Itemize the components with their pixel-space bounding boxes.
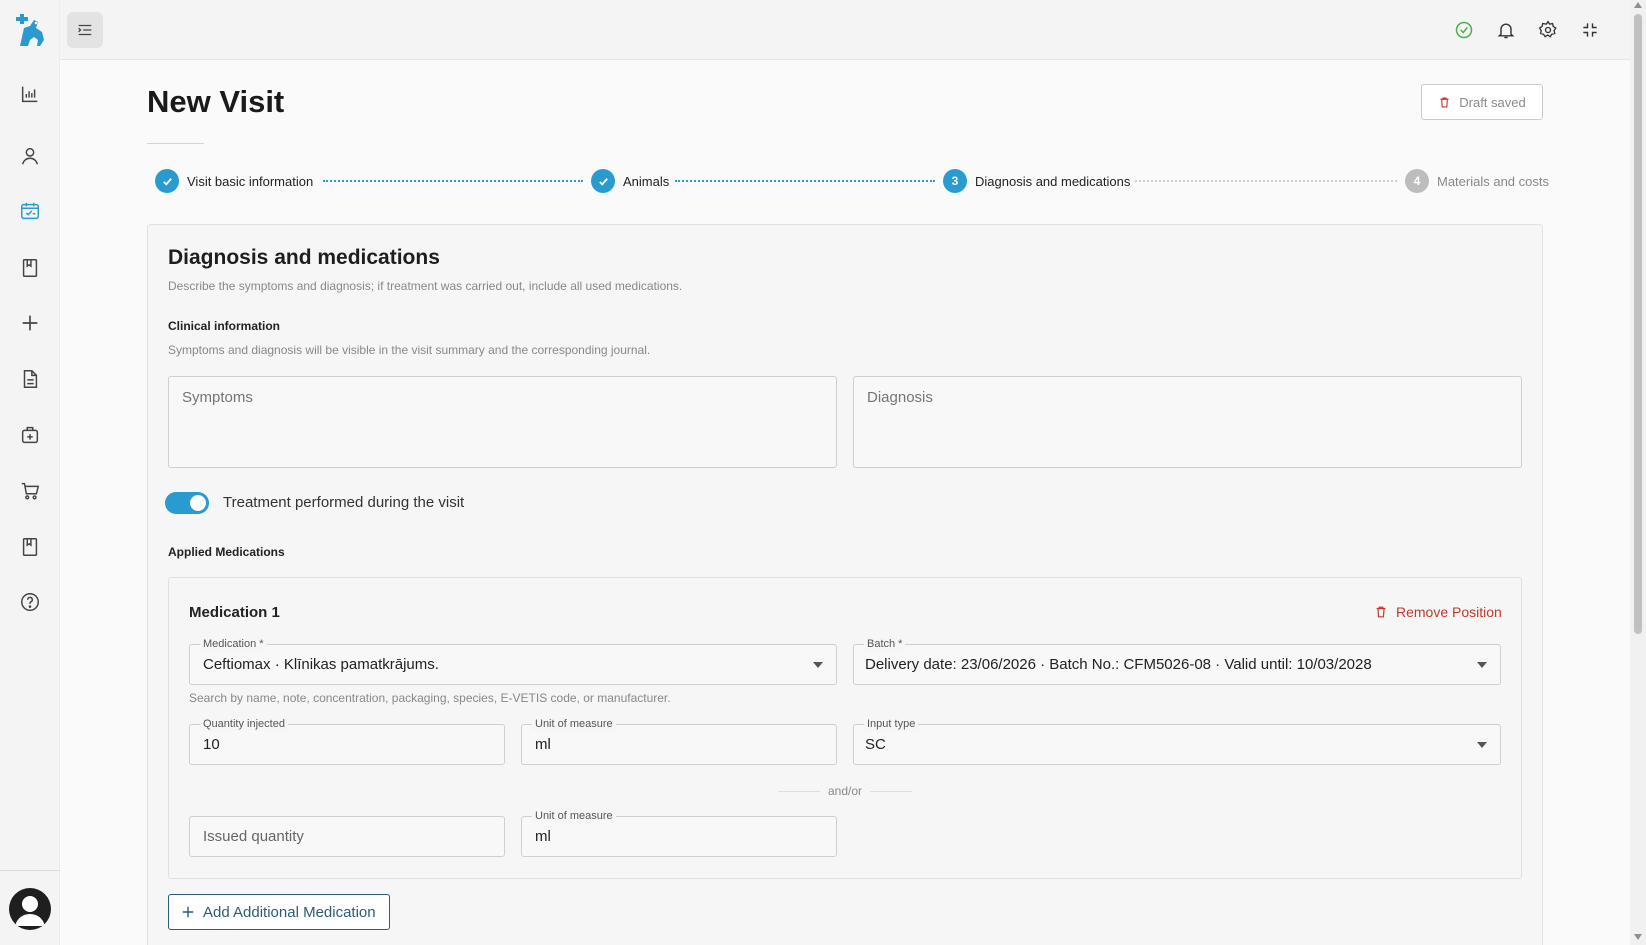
help-icon [19, 591, 41, 613]
book-icon [19, 536, 41, 558]
unit-of-measure-label: Unit of measure [532, 717, 616, 731]
scroll-down-arrow[interactable] [1634, 934, 1642, 940]
menu-icon [76, 21, 94, 39]
medication-help-text: Search by name, note, concentration, pac… [189, 691, 671, 705]
sidebar-item-shop[interactable] [12, 473, 48, 509]
trash-icon [1374, 605, 1388, 619]
cart-icon [19, 480, 41, 502]
step-connector [1135, 180, 1397, 182]
bookmark-icon [19, 257, 41, 279]
sidebar-item-journal[interactable] [12, 529, 48, 565]
sidebar-item-clients[interactable] [12, 138, 48, 174]
card-title: Diagnosis and medications [168, 246, 440, 269]
input-type-label: Input type [864, 717, 919, 731]
app-logo[interactable] [10, 10, 50, 50]
clinical-info-description: Symptoms and diagnosis will be visible i… [168, 343, 651, 357]
batch-value: Delivery date: 23/06/2026 · Batch No.: C… [865, 656, 1372, 673]
batch-label: Batch * [864, 637, 906, 651]
step-materials-costs[interactable]: 4 Materials and costs [1405, 168, 1549, 194]
treatment-toggle[interactable] [165, 492, 209, 514]
sidebar-item-medications[interactable] [12, 417, 48, 453]
step-visit-basic-info[interactable]: Visit basic information [155, 168, 313, 194]
medkit-icon [19, 424, 41, 446]
add-medication-label: Add Additional Medication [203, 903, 376, 921]
remove-position-label: Remove Position [1396, 604, 1502, 620]
stepper: Visit basic information Animals 3 Diagno… [155, 168, 1549, 194]
clinical-info-title: Clinical information [168, 319, 281, 333]
chevron-down-icon [1477, 662, 1487, 668]
draft-saved-button[interactable]: Draft saved [1421, 84, 1543, 120]
issued-unit-label: Unit of measure [532, 809, 616, 823]
fullscreen-exit-icon [1580, 20, 1600, 40]
scroll-up-arrow[interactable] [1634, 2, 1642, 8]
sidebar-item-register[interactable] [12, 250, 48, 286]
fullscreen-button[interactable] [1578, 18, 1602, 42]
scroll-thumb[interactable] [1634, 14, 1642, 634]
toggle-knob [190, 495, 206, 511]
medication-select[interactable]: Medication * Ceftiomax · Klīnikas pamatk… [189, 637, 837, 685]
menu-toggle-button[interactable] [67, 12, 103, 48]
treatment-toggle-label: Treatment performed during the visit [223, 494, 465, 511]
unit-of-measure-value: ml [535, 736, 551, 753]
step-connector [323, 180, 583, 182]
sidebar-item-add[interactable] [12, 305, 48, 341]
sidebar-divider [0, 870, 60, 871]
sidebar-item-statistics[interactable] [12, 76, 48, 112]
diagnosis-field[interactable] [853, 376, 1522, 468]
symptoms-field[interactable] [168, 376, 837, 468]
title-underline [147, 143, 204, 144]
issued-quantity-field[interactable]: Issued quantity [189, 816, 505, 857]
quantity-injected-label: Quantity injected [200, 717, 288, 731]
card-description: Describe the symptoms and diagnosis; if … [168, 279, 683, 293]
document-icon [19, 368, 41, 390]
chart-icon [19, 83, 41, 105]
step-connector [675, 180, 935, 182]
avatar[interactable] [9, 888, 51, 930]
sidebar-item-visits[interactable] [12, 193, 48, 229]
gear-icon [1538, 20, 1558, 40]
check-circle-icon [1454, 20, 1474, 40]
add-medication-button[interactable]: Add Additional Medication [168, 894, 390, 930]
quantity-injected-field[interactable]: Quantity injected 10 [189, 717, 505, 765]
sidebar-item-help[interactable] [12, 584, 48, 620]
check-icon [155, 169, 179, 193]
user-icon [19, 145, 41, 167]
bell-icon [1496, 20, 1516, 40]
trash-icon [1438, 96, 1451, 109]
draft-saved-label: Draft saved [1459, 94, 1526, 110]
and-or-label: and/or [827, 784, 863, 798]
input-type-select[interactable]: Input type SC [853, 717, 1501, 765]
step-number: 4 [1405, 169, 1429, 193]
chevron-down-icon [813, 662, 823, 668]
applied-medications-title: Applied Medications [168, 545, 285, 559]
step-animals[interactable]: Animals [591, 168, 669, 194]
sidebar-item-documents[interactable] [12, 361, 48, 397]
chevron-down-icon [1477, 742, 1487, 748]
issued-unit-of-measure-field[interactable]: Unit of measure ml [521, 809, 837, 857]
issued-quantity-placeholder: Issued quantity [203, 828, 304, 845]
batch-select[interactable]: Batch * Delivery date: 23/06/2026 · Batc… [853, 637, 1501, 685]
notifications-button[interactable] [1494, 18, 1518, 42]
and-or-divider: and/or [778, 783, 912, 799]
quantity-injected-value: 10 [203, 736, 220, 753]
medication-title: Medication 1 [189, 604, 280, 621]
issued-unit-value: ml [535, 828, 551, 845]
page-title: New Visit [147, 84, 285, 119]
step-diagnosis-medications[interactable]: 3 Diagnosis and medications [943, 168, 1130, 194]
plus-icon [19, 312, 41, 334]
remove-position-button[interactable]: Remove Position [1374, 604, 1502, 620]
unit-of-measure-field[interactable]: Unit of measure ml [521, 717, 837, 765]
page-scrollbar[interactable] [1630, 0, 1646, 945]
sidebar [0, 0, 60, 945]
top-bar [60, 0, 1630, 60]
step-number: 3 [943, 169, 967, 193]
settings-button[interactable] [1536, 18, 1560, 42]
medication-label: Medication * [200, 637, 267, 651]
plus-icon [181, 905, 195, 919]
input-type-value: SC [865, 736, 886, 753]
calendar-check-icon [19, 200, 41, 222]
check-icon [591, 169, 615, 193]
status-button[interactable] [1452, 18, 1476, 42]
medication-value: Ceftiomax · Klīnikas pamatkrājums. [203, 656, 439, 673]
